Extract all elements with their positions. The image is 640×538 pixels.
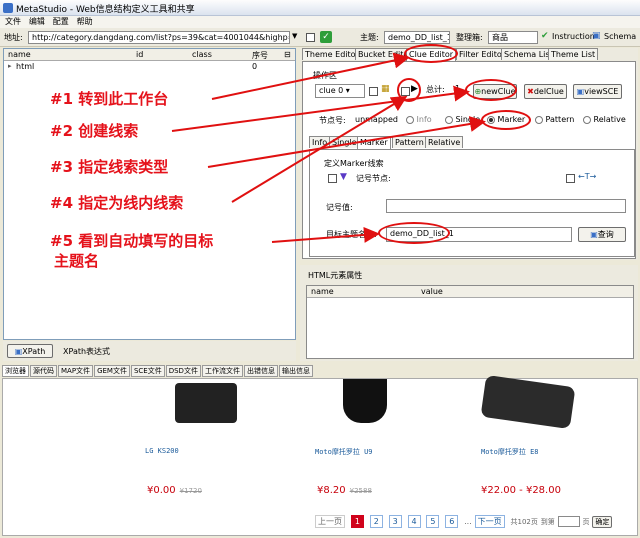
annotation-5-line2: 主题名 — [54, 252, 100, 270]
annotation-2: #2 创建线索 — [50, 122, 139, 140]
annotation-4: #4 指定为线内线索 — [50, 194, 184, 212]
arrow-4 — [231, 95, 408, 203]
arrow-1 — [211, 52, 410, 100]
annotation-3: #3 指定线索类型 — [50, 158, 169, 176]
arrow-5 — [271, 226, 380, 243]
annotation-1: #1 转到此工作台 — [50, 90, 169, 108]
annotation-5: #5 看到自动填写的目标 — [50, 232, 214, 250]
arrow-3 — [207, 116, 486, 168]
